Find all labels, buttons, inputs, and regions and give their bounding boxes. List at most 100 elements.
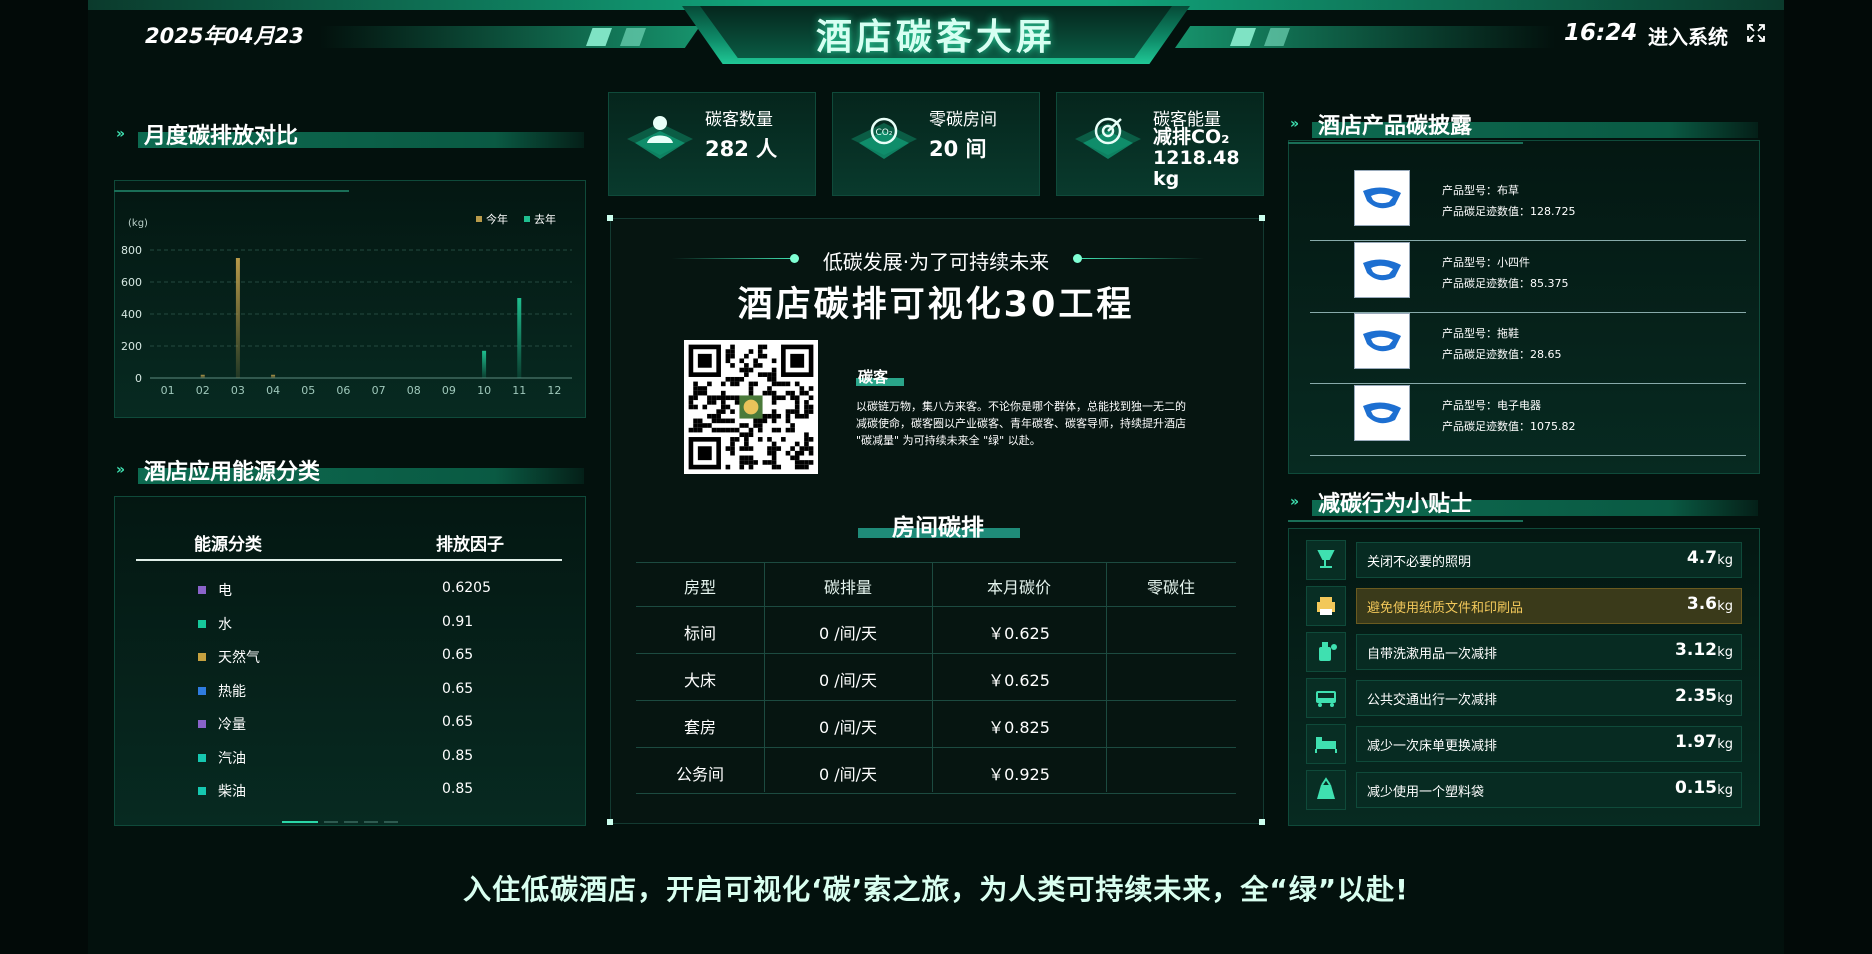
stat-card-energy: 碳客能量 减排CO₂ 1218.48 kg bbox=[1056, 92, 1264, 196]
legend-swatch bbox=[476, 216, 482, 222]
table-cell: 标间 bbox=[683, 624, 716, 643]
x-tick-label: 08 bbox=[407, 384, 421, 397]
stat-card-zero-rooms: CO₂ 零碳房间 20 间 bbox=[832, 92, 1040, 196]
bar-去年[interactable] bbox=[517, 298, 522, 378]
table-cell: 0 /间/天 bbox=[818, 765, 878, 784]
table-cell: 0 /间/天 bbox=[818, 624, 878, 643]
printer-icon bbox=[1306, 586, 1346, 626]
bar-今年[interactable] bbox=[200, 374, 205, 378]
section-underline bbox=[1288, 142, 1758, 144]
table-header: 零碳住 bbox=[1146, 578, 1195, 597]
energy-name: 柴油 bbox=[218, 784, 246, 800]
bar-去年[interactable] bbox=[482, 350, 487, 378]
enter-system-link[interactable]: 进入系统 bbox=[1648, 21, 1728, 50]
qr-code-image[interactable] bbox=[684, 340, 818, 474]
bed-icon bbox=[1306, 724, 1346, 764]
monthly-section-title: » 月度碳排放对比 bbox=[116, 118, 584, 149]
product-thumbnail bbox=[1354, 313, 1410, 369]
fullscreen-icon[interactable] bbox=[1746, 23, 1766, 43]
energy-factor: 0.85 bbox=[442, 747, 474, 764]
product-item[interactable]: 产品型号：电子电器 产品碳足迹数值：1075.82 bbox=[1310, 384, 1746, 456]
x-tick-label: 04 bbox=[266, 384, 280, 397]
energy-row: 天然气 0.65 bbox=[190, 645, 530, 669]
stat-label: 碳客数量 bbox=[705, 110, 773, 130]
product-item[interactable]: 产品型号：布草产品碳足迹数值：128.725 bbox=[1310, 170, 1746, 241]
header-date: 2025年04月23 bbox=[145, 24, 304, 48]
monthly-title-text: 月度碳排放对比 bbox=[144, 124, 299, 149]
brand-logo-icon bbox=[1363, 401, 1401, 423]
energy-name: 汽油 bbox=[218, 750, 246, 767]
bag-icon bbox=[1306, 770, 1346, 810]
brand-logo-icon bbox=[1363, 258, 1401, 280]
table-rule bbox=[636, 606, 1236, 607]
energy-factor: 0.65 bbox=[442, 647, 474, 663]
tip-item[interactable]: 减少一次床单更换减排 1.97 kg bbox=[1356, 726, 1742, 762]
tip-item[interactable]: 公共交通出行一次减排 2.35 kg bbox=[1356, 680, 1742, 716]
product-item[interactable]: 产品型号：小四件 产品碳足迹数值：85.375 bbox=[1310, 241, 1746, 313]
product-footprint: 产品碳足迹数值：128.725 bbox=[1442, 205, 1576, 218]
section-arrow-icon: » bbox=[116, 126, 126, 142]
energy-factor: 0.65 bbox=[442, 714, 474, 730]
toiletries-icon bbox=[1306, 632, 1346, 672]
x-tick-label: 05 bbox=[301, 384, 315, 397]
pager-dots[interactable] bbox=[282, 808, 404, 827]
tips-title-text: 减碳行为小贴士 bbox=[1318, 492, 1473, 517]
legend-label: 去年 bbox=[534, 212, 556, 226]
product-model: 产品型号：小四件 bbox=[1442, 255, 1530, 269]
tip-item[interactable]: 减少使用一个塑料袋 0.15 kg bbox=[1356, 772, 1742, 808]
tip-value: 2.35 bbox=[1675, 686, 1717, 706]
x-tick-label: 06 bbox=[336, 384, 350, 397]
legend-label: 今年 bbox=[486, 212, 508, 226]
table-cell: ￥0.925 bbox=[988, 765, 1050, 784]
tip-item[interactable]: 避免使用纸质文件和印刷品 3.6 kg bbox=[1356, 588, 1742, 624]
table-cell: 0 /间/天 bbox=[818, 718, 878, 737]
section-arrow-icon: » bbox=[1290, 494, 1300, 510]
section-arrow-icon: » bbox=[116, 462, 126, 478]
x-tick-label: 07 bbox=[372, 384, 386, 397]
product-thumbnail bbox=[1354, 384, 1410, 441]
tip-text: 自带洗漱用品一次减排 bbox=[1367, 647, 1498, 662]
energy-name: 天然气 bbox=[218, 650, 260, 666]
energy-header-rule bbox=[136, 559, 562, 561]
tip-unit: kg bbox=[1717, 783, 1733, 798]
tip-text: 避免使用纸质文件和印刷品 bbox=[1367, 601, 1524, 616]
bar-今年[interactable] bbox=[235, 258, 240, 378]
product-section-title: » 酒店产品碳披露 bbox=[1290, 108, 1758, 139]
table-header: 本月碳价 bbox=[986, 578, 1051, 597]
bar-今年[interactable] bbox=[271, 374, 276, 378]
tip-item[interactable]: 自带洗漱用品一次减排 3.12 kg bbox=[1356, 634, 1742, 670]
energy-factor: 0.65 bbox=[442, 680, 474, 697]
product-model: 产品型号：布草 bbox=[1442, 184, 1519, 197]
energy-row: 汽油 0.85 bbox=[190, 746, 530, 770]
x-tick-label: 12 bbox=[547, 384, 561, 397]
co2-icon: CO₂ bbox=[851, 117, 917, 159]
energy-factor: 0.85 bbox=[442, 781, 474, 797]
project-title: 酒店碳排可视化30工程 bbox=[737, 285, 1135, 325]
tip-unit: kg bbox=[1717, 737, 1733, 752]
product-footprint: 产品碳足迹数值：28.65 bbox=[1442, 348, 1562, 361]
header-time: 16:24 bbox=[1564, 20, 1638, 46]
tip-item[interactable]: 关闭不必要的照明 4.7 kg bbox=[1356, 542, 1742, 578]
tip-value: 3.6 bbox=[1686, 594, 1717, 614]
product-item[interactable]: 产品型号：拖鞋 产品碳足迹数值：28.65 bbox=[1310, 313, 1746, 384]
legend-swatch bbox=[524, 216, 530, 222]
tip-text: 减少使用一个塑料袋 bbox=[1367, 785, 1485, 800]
stat-value: 减排CO₂ 1218.48 kg bbox=[1153, 126, 1240, 190]
tanke-description: 以碳链万物，集八方来客。不论你是哪个群体，总能找到独一无二的 减碳使命，碳客圈以… bbox=[856, 400, 1186, 447]
legend-swatch bbox=[198, 653, 206, 661]
energy-col-header: 能源分类 bbox=[194, 535, 262, 555]
stat-card-visitors: 碳客数量 282 人 bbox=[608, 92, 816, 196]
energy-name: 热能 bbox=[218, 683, 246, 700]
legend-swatch bbox=[198, 753, 206, 762]
target-icon bbox=[1075, 117, 1141, 159]
product-thumbnail bbox=[1354, 241, 1410, 298]
y-axis-label: (kg) bbox=[128, 218, 148, 229]
tip-unit: kg bbox=[1717, 691, 1733, 706]
y-tick-label: 400 bbox=[121, 308, 142, 321]
tip-value: 1.97 bbox=[1675, 732, 1717, 752]
section-arrow-icon: » bbox=[1290, 116, 1300, 132]
tanke-label: 碳客 bbox=[858, 368, 889, 386]
table-header: 房型 bbox=[683, 578, 716, 597]
table-header: 碳排量 bbox=[823, 578, 872, 597]
x-tick-label: 09 bbox=[442, 384, 456, 397]
